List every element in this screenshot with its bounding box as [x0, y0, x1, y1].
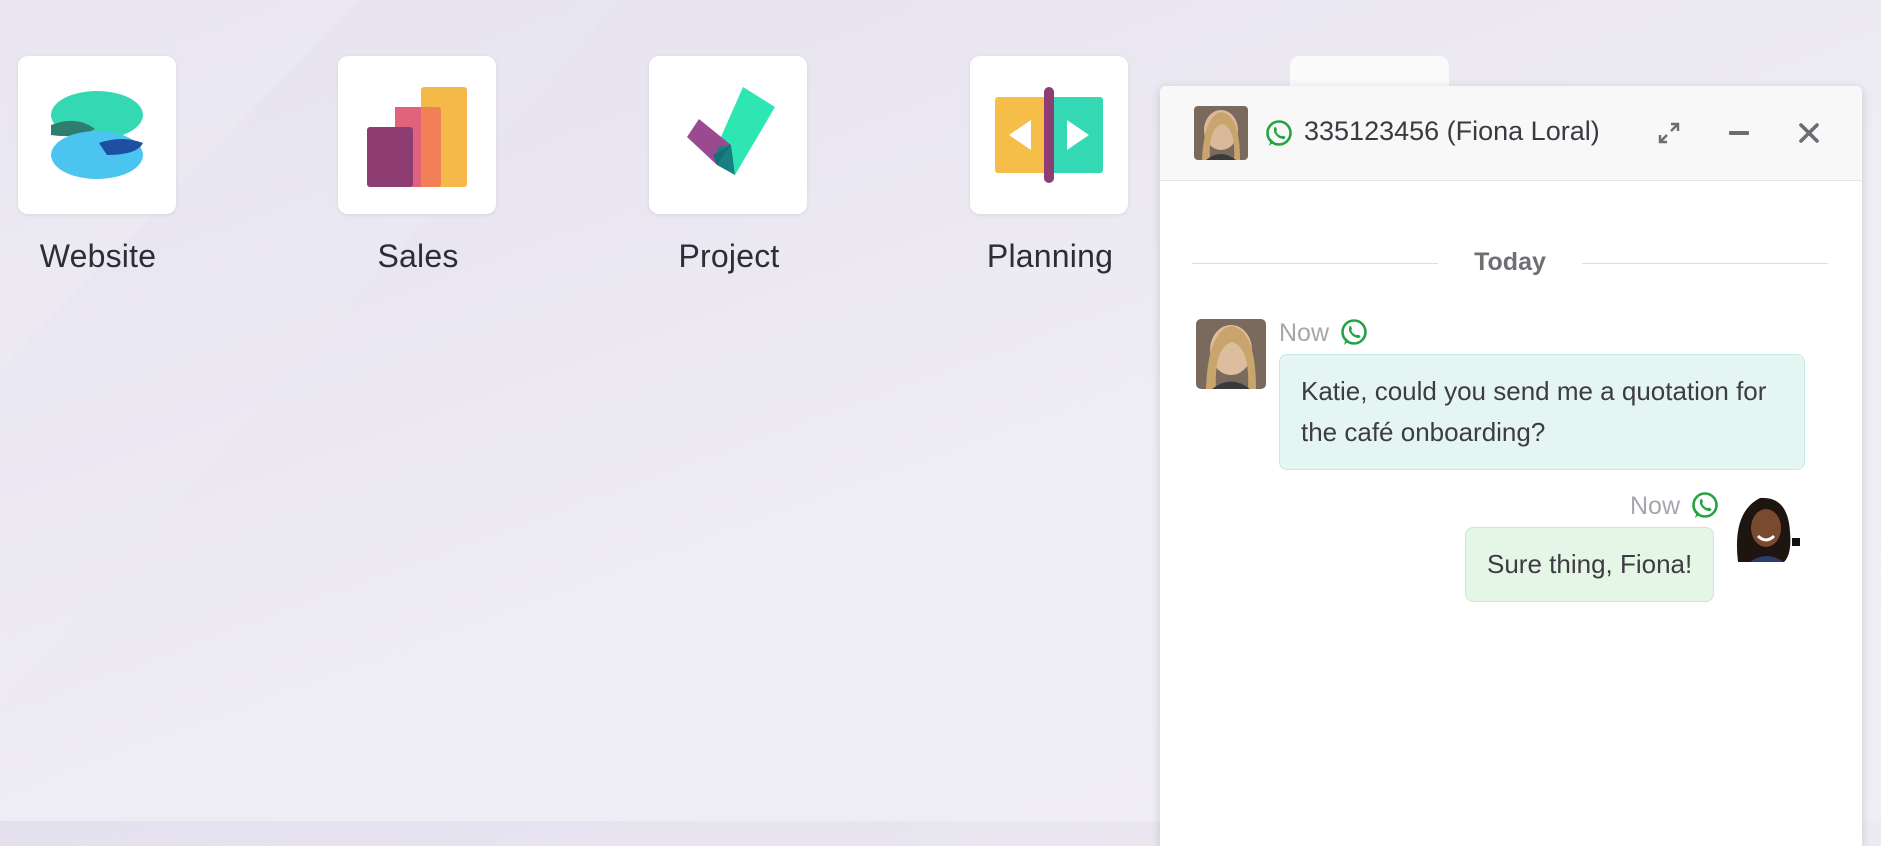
- planning-icon: [995, 87, 1103, 183]
- app-planning[interactable]: Planning: [970, 56, 1130, 275]
- whatsapp-icon: [1341, 319, 1367, 345]
- minimize-icon: [1729, 131, 1749, 135]
- outgoing-time: Now: [1630, 491, 1681, 520]
- expand-button[interactable]: [1654, 118, 1684, 148]
- contact-avatar[interactable]: [1194, 106, 1248, 160]
- user-avatar[interactable]: [1732, 492, 1802, 562]
- incoming-time: Now: [1279, 318, 1330, 347]
- close-button[interactable]: [1794, 118, 1824, 148]
- app-label-planning: Planning: [986, 238, 1114, 274]
- planning-tile[interactable]: [970, 56, 1128, 214]
- chat-header[interactable]: 335123456 (Fiona Loral): [1160, 86, 1862, 181]
- app-website[interactable]: Website: [18, 56, 178, 275]
- app-label-website: Website: [39, 238, 157, 274]
- project-icon: [687, 87, 775, 175]
- whatsapp-icon: [1692, 492, 1718, 518]
- app-sales[interactable]: Sales: [338, 56, 498, 275]
- date-divider-label: Today: [1474, 248, 1546, 276]
- sales-icon: [367, 87, 467, 187]
- expand-icon: [1658, 122, 1680, 144]
- website-icon: [51, 91, 143, 179]
- app-label-project: Project: [678, 238, 780, 274]
- website-tile[interactable]: [18, 56, 176, 214]
- project-tile[interactable]: [649, 56, 807, 214]
- outgoing-message-bubble[interactable]: Sure thing, Fiona!: [1465, 527, 1715, 602]
- app-project[interactable]: Project: [649, 56, 809, 275]
- whatsapp-icon: [1264, 119, 1294, 154]
- date-divider: Today: [1192, 248, 1828, 278]
- chat-title: 335123456 (Fiona Loral): [1304, 116, 1600, 146]
- sales-tile[interactable]: [338, 56, 496, 214]
- minimize-button[interactable]: [1724, 118, 1754, 148]
- incoming-message-bubble[interactable]: Katie, could you send me a quotation for…: [1279, 354, 1805, 470]
- app-label-sales: Sales: [377, 238, 459, 274]
- incoming-meta: Now: [1279, 318, 1369, 348]
- sender-avatar[interactable]: [1196, 319, 1266, 389]
- outgoing-meta: Now: [1630, 491, 1720, 521]
- chat-window: 335123456 (Fiona Loral) Today Now Katie,…: [1160, 86, 1862, 846]
- close-icon: [1799, 123, 1819, 143]
